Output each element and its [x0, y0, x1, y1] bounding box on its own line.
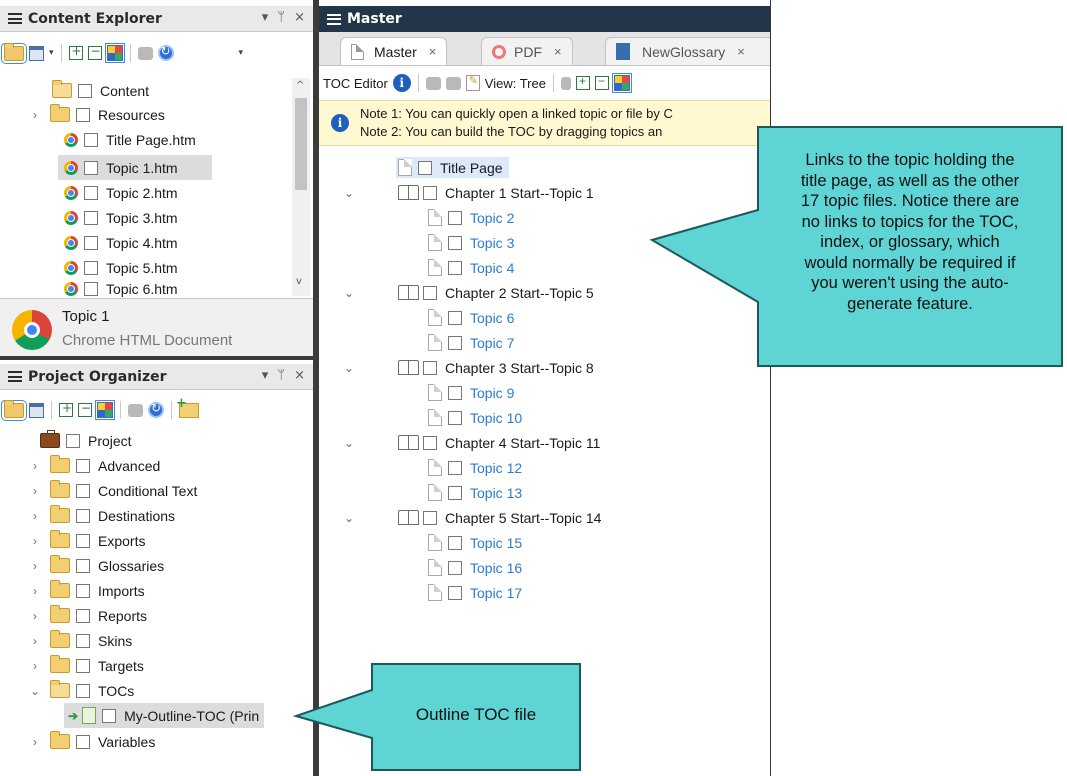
callout-shapes	[292, 126, 1063, 771]
callout-line: 17 topic files. Notice there are	[800, 192, 1020, 210]
callout-line: would normally be required if	[804, 253, 1016, 272]
callout-line: Links to the topic holding the	[805, 151, 1015, 169]
callout-line: index, or glossary, which	[820, 233, 1000, 251]
outline-toc-callout: Outline TOC file	[415, 705, 537, 724]
toc-links-callout: Links to the topic holding the title pag…	[760, 150, 1060, 314]
callout-line: you weren't using the auto-	[811, 274, 1009, 292]
callout-line: generate feature.	[847, 294, 973, 313]
callout-line: no links to topics for the TOC,	[801, 212, 1019, 231]
callout-line: title page, as well as the other	[800, 171, 1020, 190]
